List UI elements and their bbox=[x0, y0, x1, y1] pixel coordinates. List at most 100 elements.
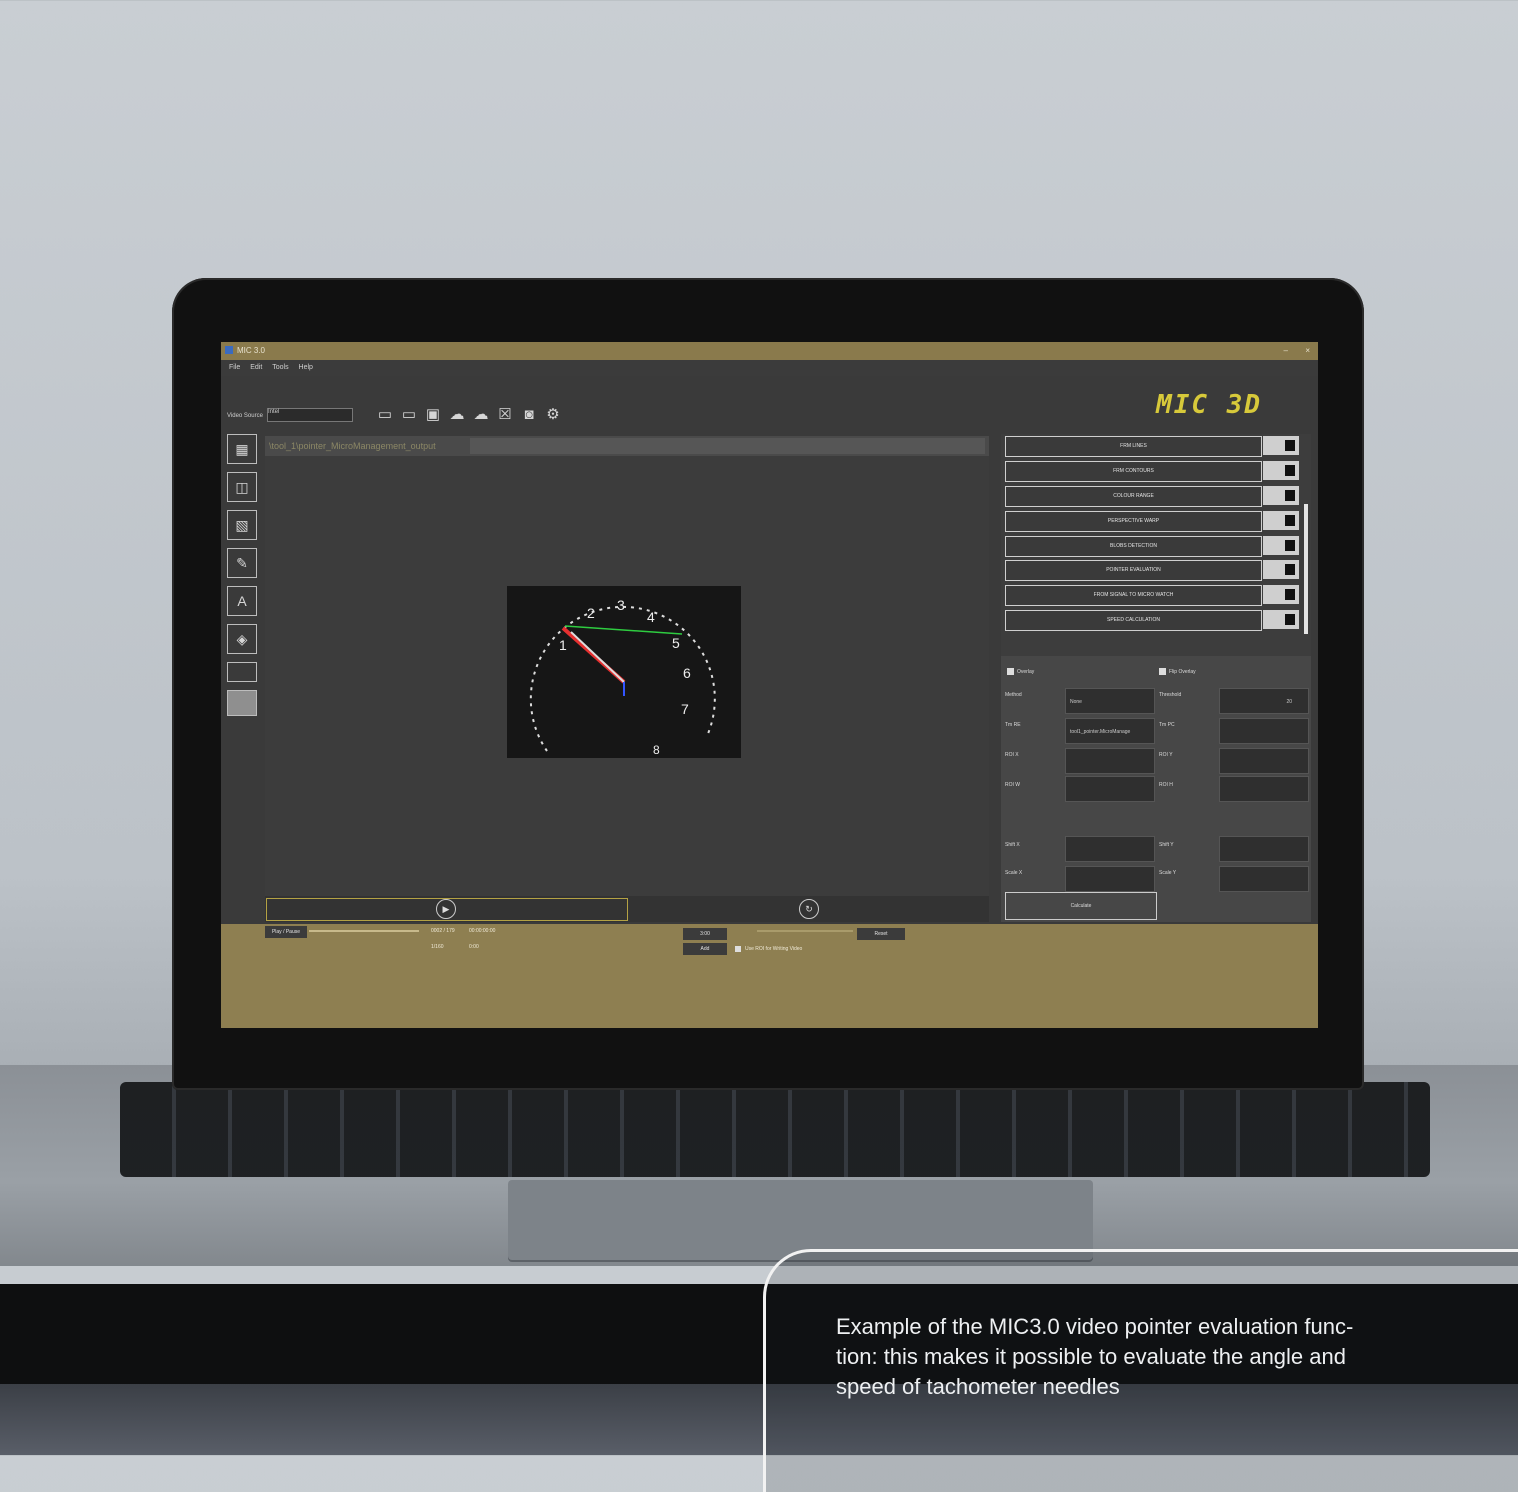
roi-h-field[interactable] bbox=[1219, 776, 1309, 802]
function-frm-contours[interactable]: FRM CONTOURS bbox=[1005, 461, 1262, 482]
threshold-spinner[interactable]: 20 bbox=[1219, 688, 1309, 714]
shift-y-label: Shift Y bbox=[1159, 842, 1174, 848]
camera-icon[interactable]: ◙ bbox=[519, 406, 539, 424]
method-label: Method bbox=[1005, 692, 1022, 698]
status-bar: Play / Pause 0002 / 179 00:00:00:00 1/16… bbox=[221, 924, 1318, 1028]
keyboard bbox=[120, 1082, 1430, 1177]
title-bar: MIC 3.0 – × bbox=[221, 342, 1318, 360]
roi-h-label: ROI H bbox=[1159, 782, 1173, 788]
roi-x-field[interactable] bbox=[1065, 748, 1155, 774]
caption-text: Example of the MIC3.0 video pointer eval… bbox=[836, 1314, 1354, 1399]
add-button[interactable]: Add bbox=[683, 943, 727, 955]
image-tool-icon[interactable]: ▧ bbox=[227, 510, 257, 540]
overlay-checkbox[interactable] bbox=[1007, 668, 1014, 675]
gauge-label-6: 6 bbox=[683, 665, 691, 681]
function-perspective-warp[interactable]: PERSPECTIVE WARP bbox=[1005, 511, 1262, 532]
roi-w-field[interactable] bbox=[1065, 776, 1155, 802]
fps-spinner[interactable]: 3:00 bbox=[683, 928, 727, 940]
folder-icon[interactable]: ▭ bbox=[375, 406, 395, 424]
gauge-label-2: 2 bbox=[587, 605, 595, 621]
toggle-signal-to-micro-watch[interactable] bbox=[1263, 585, 1299, 604]
scale-x-label: Scale X bbox=[1005, 870, 1023, 876]
function-colour-range[interactable]: COLOUR RANGE bbox=[1005, 486, 1262, 507]
function-panel: FRM LINES FRM CONTOURS COLOUR RANGE PERS… bbox=[1001, 434, 1311, 922]
white-needle bbox=[570, 631, 625, 683]
roi-y-label: ROI Y bbox=[1159, 752, 1173, 758]
replay-icon[interactable]: ↻ bbox=[799, 899, 819, 919]
toggle-colour-range[interactable] bbox=[1263, 486, 1299, 505]
parameter-form: Overlay Flip Overlay Method None Thresho… bbox=[1001, 656, 1311, 922]
detection-line bbox=[564, 625, 683, 635]
roi-y-field[interactable] bbox=[1219, 748, 1309, 774]
close-video-icon[interactable]: ☒ bbox=[495, 406, 515, 424]
tm-re-select[interactable]: tool1_pointer.MicroManage bbox=[1065, 718, 1155, 744]
texture-tool-icon[interactable] bbox=[227, 690, 257, 716]
toggle-pointer-evaluation[interactable] bbox=[1263, 560, 1299, 579]
menu-bar: File Edit Tools Help bbox=[221, 360, 1318, 376]
method-select[interactable]: None bbox=[1065, 688, 1155, 714]
grid-tool-icon[interactable]: ▦ bbox=[227, 434, 257, 464]
toggle-speed-calculation[interactable] bbox=[1263, 610, 1299, 629]
flip-overlay-label: Flip Overlay bbox=[1169, 669, 1196, 675]
mic-logo: MIC 3D bbox=[1156, 390, 1262, 420]
menu-help[interactable]: Help bbox=[299, 364, 313, 371]
gauge-label-1: 1 bbox=[559, 637, 567, 653]
cloud-upload-icon[interactable]: ☁ bbox=[447, 406, 467, 424]
video-source-label: Video Source bbox=[227, 413, 263, 419]
menu-tools[interactable]: Tools bbox=[272, 364, 288, 371]
function-speed-calculation[interactable]: SPEED CALCULATION bbox=[1005, 610, 1262, 631]
text-tool-icon[interactable]: A bbox=[227, 586, 257, 616]
app-icon bbox=[225, 346, 233, 354]
flip-overlay-checkbox[interactable] bbox=[1159, 668, 1166, 675]
function-blobs-detection[interactable]: BLOBS DETECTION bbox=[1005, 536, 1262, 557]
window-title: MIC 3.0 bbox=[237, 346, 266, 355]
function-frm-lines[interactable]: FRM LINES bbox=[1005, 436, 1262, 457]
shift-y-field[interactable] bbox=[1219, 836, 1309, 862]
close-icon[interactable]: × bbox=[1305, 346, 1310, 355]
settings-icon[interactable]: ⚙ bbox=[543, 406, 563, 424]
folder-video-icon[interactable]: ▣ bbox=[423, 406, 443, 424]
function-signal-to-micro-watch[interactable]: FROM SIGNAL TO MICRO WATCH bbox=[1005, 585, 1262, 606]
toggle-perspective-warp[interactable] bbox=[1263, 511, 1299, 530]
tm-re-label: Tm RE bbox=[1005, 722, 1021, 728]
toggle-frm-contours[interactable] bbox=[1263, 461, 1299, 480]
reset-button[interactable]: Reset bbox=[857, 928, 905, 940]
scale-x-field[interactable] bbox=[1065, 866, 1155, 892]
calculate-button[interactable]: Calculate bbox=[1005, 892, 1157, 920]
toggle-frm-lines[interactable] bbox=[1263, 436, 1299, 455]
panel-scrollbar[interactable] bbox=[1304, 504, 1308, 634]
roi-x-label: ROI X bbox=[1005, 752, 1019, 758]
threshold-label: Threshold bbox=[1159, 692, 1182, 698]
shift-x-field[interactable] bbox=[1065, 836, 1155, 862]
minimize-icon[interactable]: – bbox=[1284, 346, 1288, 355]
path-text: \tool_1\pointer_MicroManagement_output bbox=[269, 441, 436, 451]
path-field[interactable] bbox=[470, 438, 985, 454]
use-roi-label: Use ROI for Writing Video bbox=[745, 946, 803, 952]
shapes-tool-icon[interactable]: ◈ bbox=[227, 624, 257, 654]
video-camera-icon[interactable]: ◫ bbox=[227, 472, 257, 502]
path-bar: \tool_1\pointer_MicroManagement_output bbox=[265, 436, 989, 456]
tool-sidebar: ▦ ◫ ▧ ✎ A ◈ bbox=[227, 434, 259, 724]
scale-y-label: Scale Y bbox=[1159, 870, 1177, 876]
video-source-select[interactable]: Intel bbox=[267, 408, 353, 422]
edit-image-icon[interactable]: ✎ bbox=[227, 548, 257, 578]
time-left: 0002 / 179 bbox=[431, 928, 455, 934]
cloud-download-icon[interactable]: ☁ bbox=[471, 406, 491, 424]
roi-w-label: ROI W bbox=[1005, 782, 1020, 788]
folder-open-icon[interactable]: ▭ bbox=[399, 406, 419, 424]
menu-file[interactable]: File bbox=[229, 364, 240, 371]
timeline-slider[interactable] bbox=[757, 930, 853, 932]
menu-edit[interactable]: Edit bbox=[250, 364, 262, 371]
play-pause-button[interactable]: Play / Pause bbox=[265, 926, 307, 938]
use-roi-checkbox[interactable] bbox=[735, 946, 741, 952]
count-right: 0:00 bbox=[469, 944, 479, 950]
function-pointer-evaluation[interactable]: POINTER EVALUATION bbox=[1005, 560, 1262, 581]
playback-controls: ▶ ↻ bbox=[265, 896, 989, 922]
play-icon[interactable]: ▶ bbox=[436, 899, 456, 919]
rectangle-tool-icon[interactable] bbox=[227, 662, 257, 682]
tm-pc-select[interactable] bbox=[1219, 718, 1309, 744]
scale-y-field[interactable] bbox=[1219, 866, 1309, 892]
gauge-label-7: 7 bbox=[681, 701, 689, 717]
toggle-blobs-detection[interactable] bbox=[1263, 536, 1299, 555]
progress-slider[interactable] bbox=[309, 930, 419, 932]
